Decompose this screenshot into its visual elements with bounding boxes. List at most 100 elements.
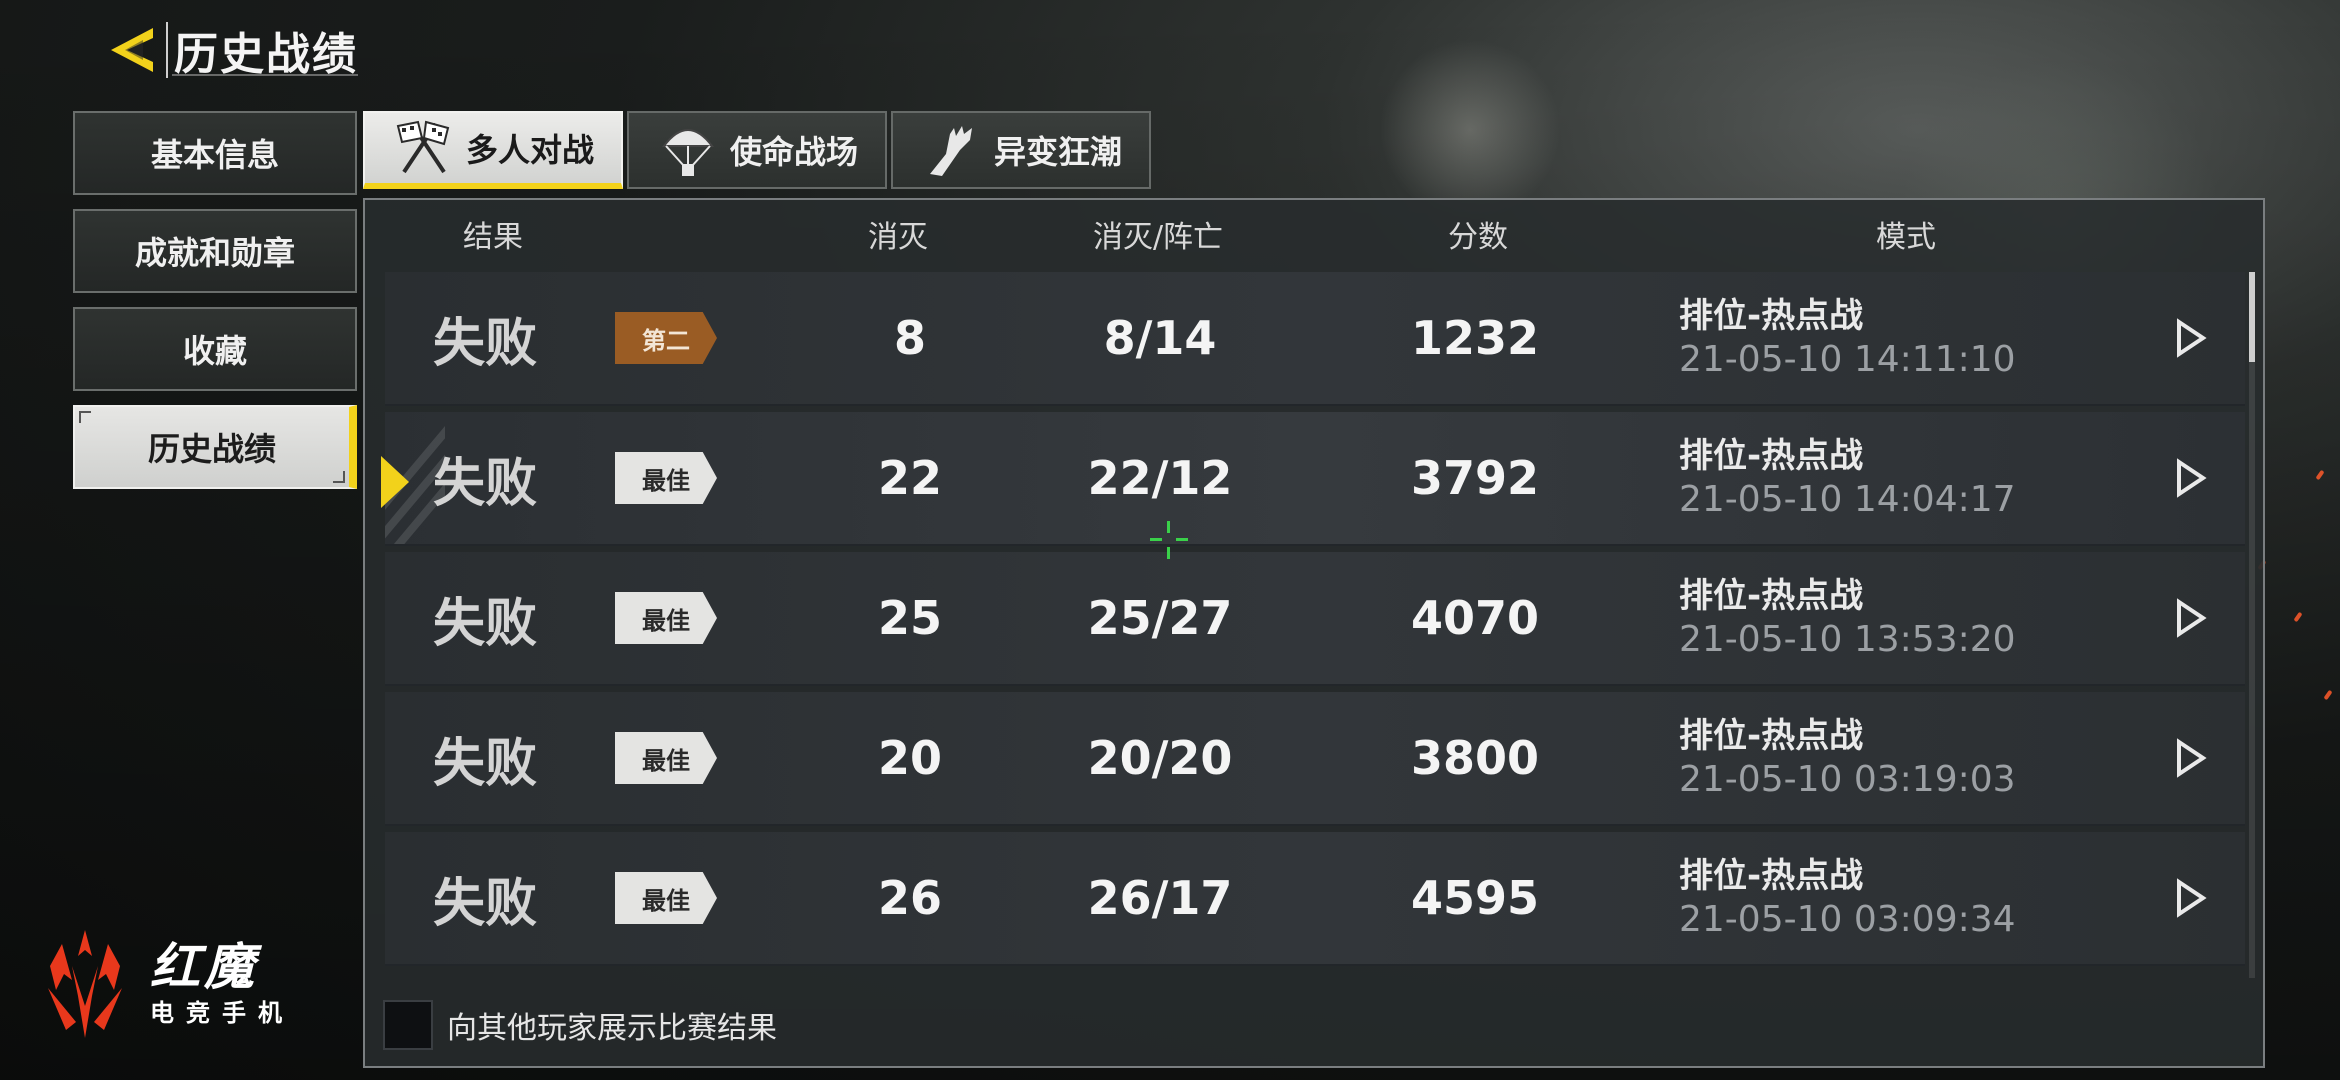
tab-battle-royale[interactable]: 使命战场 — [627, 111, 887, 189]
header-divider — [166, 22, 168, 78]
scrollbar-thumb[interactable] — [2249, 272, 2255, 362]
match-kd: 8/14 — [1103, 311, 1217, 365]
rank-badge: 最佳 — [615, 452, 717, 504]
match-score: 4070 — [1410, 591, 1540, 645]
match-mode: 排位-热点战 21-05-10 14:04:17 — [1679, 412, 2016, 544]
ember-particle — [2315, 469, 2325, 481]
match-history-panel: 结果 消灭 消灭/阵亡 分数 模式 失败 第二 8 8/14 1232 排位-热… — [363, 198, 2265, 1068]
sidebar-item-match-history[interactable]: 历史战绩 — [73, 405, 357, 489]
match-kills: 20 — [877, 731, 942, 785]
play-arrow-icon — [2177, 318, 2207, 358]
sidebar-item-label: 历史战绩 — [147, 430, 276, 468]
crosshair-icon — [1150, 521, 1188, 559]
sidebar-item-basic-info[interactable]: 基本信息 — [73, 111, 357, 195]
match-score: 4595 — [1410, 871, 1540, 925]
match-kd: 26/17 — [1087, 871, 1233, 925]
table-header: 结果 消灭 消灭/阵亡 分数 模式 — [365, 200, 2263, 262]
match-kills: 26 — [877, 871, 942, 925]
column-header-result: 结果 — [463, 220, 523, 255]
scrollbar[interactable] — [2249, 272, 2255, 978]
match-kills: 22 — [877, 451, 942, 505]
row-detail-button[interactable] — [2165, 692, 2215, 824]
redmagic-logo-icon — [48, 930, 122, 1038]
match-score: 1232 — [1410, 311, 1540, 365]
column-header-kills: 消灭 — [868, 220, 928, 255]
sidebar-item-label: 收藏 — [182, 332, 247, 370]
sidebar-item-achievements[interactable]: 成就和勋章 — [73, 209, 357, 293]
match-kills: 8 — [893, 311, 926, 365]
match-result: 失败 — [433, 873, 538, 934]
sidebar-item-label: 基本信息 — [150, 136, 279, 174]
match-score: 3800 — [1410, 731, 1540, 785]
play-arrow-icon — [2177, 878, 2207, 918]
play-arrow-icon — [2177, 598, 2207, 638]
back-arrow-icon — [111, 28, 153, 72]
match-timestamp: 21-05-10 14:11:10 — [1679, 339, 2016, 380]
column-header-mode: 模式 — [1876, 220, 1936, 255]
sidebar-item-label: 成就和勋章 — [134, 234, 295, 272]
mode-name: 排位-热点战 — [1679, 576, 1864, 616]
play-arrow-icon — [2177, 458, 2207, 498]
tab-label: 多人对战 — [465, 131, 594, 169]
ember-particle — [2323, 689, 2333, 701]
selected-row-marker — [381, 456, 409, 508]
match-timestamp: 21-05-10 14:04:17 — [1679, 479, 2016, 520]
rank-badge: 第二 — [615, 312, 717, 364]
match-mode: 排位-热点战 21-05-10 03:19:03 — [1679, 692, 2016, 824]
match-timestamp: 21-05-10 13:53:20 — [1679, 619, 2016, 660]
row-detail-button[interactable] — [2165, 412, 2215, 544]
mode-name: 排位-热点战 — [1679, 296, 1864, 336]
table-row[interactable]: 失败 最佳 20 20/20 3800 排位-热点战 21-05-10 03:1… — [385, 692, 2245, 826]
mode-name: 排位-热点战 — [1679, 436, 1864, 476]
back-button[interactable] — [100, 19, 162, 81]
match-timestamp: 21-05-10 03:19:03 — [1679, 759, 2016, 800]
title-underline — [172, 74, 358, 76]
match-result: 失败 — [433, 313, 538, 374]
row-detail-button[interactable] — [2165, 552, 2215, 684]
row-detail-button[interactable] — [2165, 832, 2215, 964]
tab-multiplayer[interactable]: 多人对战 — [363, 111, 623, 189]
mode-name: 排位-热点战 — [1679, 716, 1864, 756]
match-kd: 25/27 — [1087, 591, 1233, 645]
mode-tabs: 多人对战 使命战场 异变狂潮 — [363, 111, 1155, 189]
crossed-flags-icon — [392, 118, 456, 178]
rank-badge: 最佳 — [615, 592, 717, 644]
page-header: 历史战绩 — [100, 18, 358, 82]
table-row[interactable]: 失败 最佳 25 25/27 4070 排位-热点战 21-05-10 13:5… — [385, 552, 2245, 686]
rank-badge: 最佳 — [615, 732, 717, 784]
share-results-checkbox[interactable] — [383, 1000, 433, 1050]
ember-particle — [2293, 611, 2303, 623]
brand-watermark: 红魔 电竞手机 — [42, 926, 294, 1042]
sidebar: 基本信息 成就和勋章 收藏 历史战绩 — [73, 111, 357, 503]
brand-name: 红魔 — [150, 938, 258, 996]
match-kills: 25 — [877, 591, 942, 645]
match-mode: 排位-热点战 21-05-10 03:09:34 — [1679, 832, 2016, 964]
row-detail-button[interactable] — [2165, 272, 2215, 404]
match-score: 3792 — [1410, 451, 1540, 505]
match-result: 失败 — [433, 733, 538, 794]
match-kd: 20/20 — [1087, 731, 1233, 785]
column-header-score: 分数 — [1448, 220, 1508, 255]
table-row-selected[interactable]: 失败 最佳 22 22/12 3792 排位-热点战 21-05-10 14:0… — [381, 412, 2245, 546]
sidebar-item-collection[interactable]: 收藏 — [73, 307, 357, 391]
play-arrow-icon — [2177, 738, 2207, 778]
mode-name: 排位-热点战 — [1679, 856, 1864, 896]
zombie-hand-icon — [920, 120, 984, 180]
match-list: 失败 第二 8 8/14 1232 排位-热点战 21-05-10 14:11:… — [381, 272, 2245, 972]
tab-label: 使命战场 — [729, 133, 858, 171]
match-mode: 排位-热点战 21-05-10 14:11:10 — [1679, 272, 2016, 404]
table-row[interactable]: 失败 最佳 26 26/17 4595 排位-热点战 21-05-10 03:0… — [385, 832, 2245, 966]
tab-zombie-mode[interactable]: 异变狂潮 — [891, 111, 1151, 189]
match-timestamp: 21-05-10 03:09:34 — [1679, 899, 2016, 940]
match-mode: 排位-热点战 21-05-10 13:53:20 — [1679, 552, 2016, 684]
tab-label: 异变狂潮 — [993, 133, 1122, 171]
brand-subtitle: 电竞手机 — [150, 999, 294, 1027]
share-results-option: 向其他玩家展示比赛结果 — [383, 1000, 777, 1050]
share-results-label: 向其他玩家展示比赛结果 — [447, 1011, 777, 1046]
column-header-kd: 消灭/阵亡 — [1092, 220, 1224, 255]
table-row[interactable]: 失败 第二 8 8/14 1232 排位-热点战 21-05-10 14:11:… — [385, 272, 2245, 406]
match-result: 失败 — [433, 593, 538, 654]
page-title: 历史战绩 — [174, 29, 358, 80]
rank-badge: 最佳 — [615, 872, 717, 924]
match-result: 失败 — [433, 453, 538, 514]
